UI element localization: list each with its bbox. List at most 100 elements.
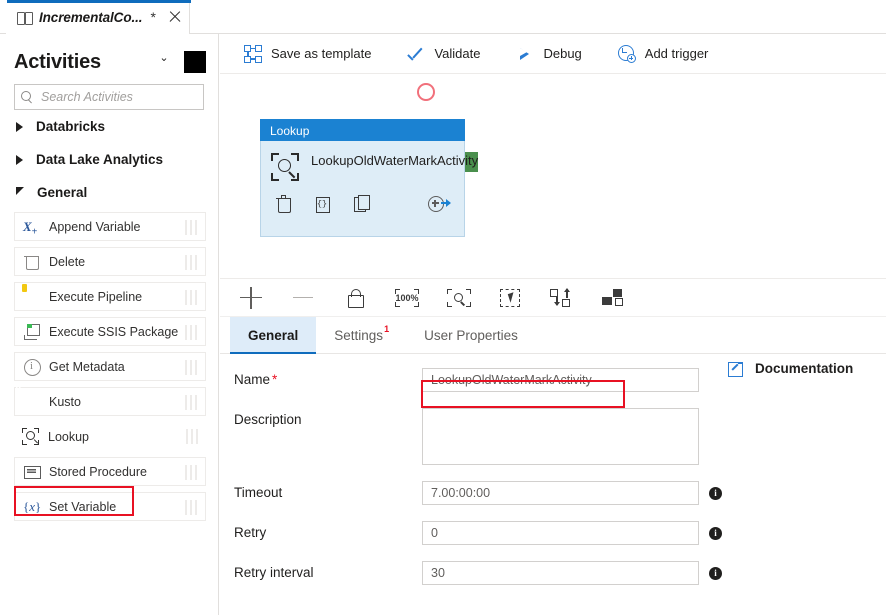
tab-label: Settings [334,328,383,343]
retry-label: Retry [234,521,422,540]
lookup-activity-node[interactable]: Lookup LookupOldWaterMarkActivity [260,119,465,237]
activity-get-metadata[interactable]: Get Metadata [14,352,206,381]
description-row: Description [234,408,886,465]
validate-button[interactable]: Validate [407,40,480,68]
chevron-down-icon [16,187,24,195]
drag-handle[interactable] [185,395,198,410]
retry-info-icon[interactable] [709,527,722,540]
active-tab-accent-bar [7,0,191,3]
node-activity-name: LookupOldWaterMarkActivity [311,152,451,169]
lookup-icon [271,153,299,181]
activity-set-variable[interactable]: {x} Set Variable [14,492,206,521]
zoom-100-icon[interactable]: 100% [392,285,422,311]
required-marker: * [272,372,277,387]
timeout-input[interactable] [422,481,699,505]
drag-handle[interactable] [185,325,198,340]
save-as-template-button[interactable]: Save as template [244,40,371,68]
retry-interval-label: Retry interval [234,561,422,580]
tab-general[interactable]: General [230,317,316,353]
zoom-out-icon[interactable] [288,285,318,311]
activity-properties-panel: General Settings 1 User Properties Docum… [220,316,886,615]
activity-label: Execute Pipeline [49,290,142,304]
search-input[interactable] [39,89,197,105]
general-form: Documentation Name* Description Timeout … [220,354,886,585]
debug-label: Debug [543,46,581,61]
play-icon [516,45,534,63]
clone-icon[interactable] [352,194,371,213]
zoom-in-icon[interactable] [236,285,266,311]
search-activities-field[interactable] [14,84,204,110]
tab-settings[interactable]: Settings 1 [316,317,406,353]
retry-interval-input[interactable] [422,561,699,585]
activity-lookup[interactable]: Lookup [14,422,206,451]
azure-data-factory-pipeline-editor: IncrementalCo... * Activities ⌄ Databric… [0,0,886,615]
lookup-icon [22,428,39,445]
drag-handle[interactable] [185,465,198,480]
name-label: Name* [234,368,422,387]
group-icon[interactable] [600,285,630,311]
activities-panel-header: Activities ⌄ [0,42,218,82]
double-chevron-down-icon[interactable]: ⌄ [156,54,172,70]
description-textarea[interactable] [422,408,699,465]
panel-marker-square [184,51,206,73]
failure-output-port[interactable] [417,83,435,101]
activity-label: Get Metadata [49,360,125,374]
drag-handle[interactable] [185,290,198,305]
tab-user-properties[interactable]: User Properties [406,317,536,353]
activity-stored-procedure[interactable]: Stored Procedure [14,457,206,486]
add-trigger-icon [618,45,636,63]
select-tool-icon[interactable] [496,285,526,311]
drag-handle[interactable] [185,255,198,270]
timeout-info-icon[interactable] [709,487,722,500]
auto-align-icon[interactable] [548,285,578,311]
activity-label: Stored Procedure [49,465,147,479]
external-link-icon [728,360,744,376]
trash-icon [23,253,40,270]
activity-kusto[interactable]: Kusto [14,387,206,416]
activity-execute-pipeline[interactable]: Execute Pipeline [14,282,206,311]
stored-procedure-icon [23,463,40,480]
pipeline-canvas[interactable]: Lookup LookupOldWaterMarkActivity [220,75,886,278]
add-output-icon[interactable] [428,194,454,213]
category-data-lake-analytics[interactable]: Data Lake Analytics [0,143,218,176]
properties-tab-bar: General Settings 1 User Properties [220,317,886,354]
category-databricks[interactable]: Databricks [0,110,218,143]
drag-handle[interactable] [186,429,199,444]
drag-handle[interactable] [185,500,198,515]
tab-label: User Properties [424,328,518,343]
documentation-link[interactable]: Documentation [728,360,853,376]
pipeline-tab-title: IncrementalCo... [39,10,142,25]
activity-label: Append Variable [49,220,141,234]
category-label: General [37,185,87,200]
zoom-to-fit-icon[interactable] [444,285,474,311]
activity-label: Delete [49,255,85,269]
name-input[interactable] [422,368,699,392]
validate-label: Validate [434,46,480,61]
category-general[interactable]: General [0,176,218,209]
pipeline-document-tab[interactable]: IncrementalCo... * [6,0,190,34]
close-icon[interactable] [167,9,183,25]
view-code-icon[interactable] [313,194,332,213]
activity-label: Lookup [48,430,89,444]
tab-label: General [248,328,298,343]
activity-label: Kusto [49,395,81,409]
drag-handle[interactable] [185,220,198,235]
retry-input[interactable] [422,521,699,545]
template-icon [244,45,262,63]
info-circle-icon [23,358,40,375]
add-trigger-button[interactable]: Add trigger [618,40,709,68]
timeout-row: Timeout [234,481,886,505]
retry-row: Retry [234,521,886,545]
delete-icon[interactable] [274,194,293,213]
retry-interval-info-icon[interactable] [709,567,722,580]
activity-delete[interactable]: Delete [14,247,206,276]
node-type-label: Lookup [270,124,309,138]
lock-icon[interactable] [340,285,370,311]
activity-append-variable[interactable]: X+ Append Variable [14,212,206,241]
panel-title: Activities [14,51,101,74]
retry-interval-row: Retry interval [234,561,886,585]
drag-handle[interactable] [185,360,198,375]
unsaved-changes-marker: * [150,9,155,25]
activity-execute-ssis-package[interactable]: Execute SSIS Package [14,317,206,346]
debug-button[interactable]: Debug [516,40,581,68]
